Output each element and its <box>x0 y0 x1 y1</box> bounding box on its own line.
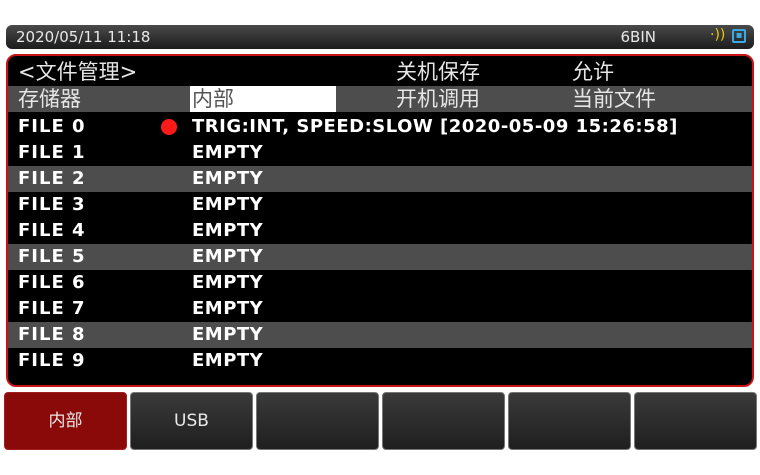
file-row[interactable]: FILE 1 EMPTY <box>8 140 752 166</box>
softkey-6[interactable] <box>634 392 757 450</box>
current-file-marker <box>161 119 177 135</box>
page-title: <文件管理> <box>18 60 138 84</box>
file-row[interactable]: FILE 2 EMPTY <box>8 166 752 192</box>
storage-select[interactable]: 内部 <box>190 86 336 112</box>
power-on-recall-value[interactable]: 当前文件 <box>572 86 656 112</box>
file-name: FILE 8 <box>18 324 86 345</box>
file-name: FILE 9 <box>18 350 86 371</box>
file-name: FILE 3 <box>18 194 86 215</box>
file-manager-panel: <文件管理> 关机保存 允许 存储器 内部 开机调用 当前文件 FILE 0 T… <box>6 54 754 387</box>
file-info: EMPTY <box>192 350 264 371</box>
status-datetime: 2020/05/11 11:18 <box>16 28 151 46</box>
file-row[interactable]: FILE 3 EMPTY <box>8 192 752 218</box>
file-name: FILE 1 <box>18 142 86 163</box>
softkey-4[interactable] <box>382 392 505 450</box>
file-info: EMPTY <box>192 142 264 163</box>
file-info: EMPTY <box>192 298 264 319</box>
shutdown-save-label: 关机保存 <box>396 60 480 84</box>
file-row[interactable]: FILE 0 TRIG:INT, SPEED:SLOW [2020-05-09 … <box>8 114 752 140</box>
status-mode: 6BIN <box>620 28 656 46</box>
file-info: TRIG:INT, SPEED:SLOW [2020-05-09 15:26:5… <box>192 116 678 137</box>
file-row[interactable]: FILE 4 EMPTY <box>8 218 752 244</box>
usb-drive-icon: ▪ <box>732 29 746 43</box>
file-name: FILE 2 <box>18 168 86 189</box>
storage-label: 存储器 <box>18 87 81 111</box>
softkey-5[interactable] <box>508 392 631 450</box>
power-on-recall-label: 开机调用 <box>396 87 480 111</box>
file-info: EMPTY <box>192 194 264 215</box>
softkey-usb[interactable]: USB <box>130 392 253 450</box>
shutdown-save-value[interactable]: 允许 <box>572 59 614 85</box>
file-info: EMPTY <box>192 246 264 267</box>
instrument-screen: 2020/05/11 11:18 6BIN ·)) ▪ <文件管理> 关机保存 … <box>0 0 760 475</box>
file-name: FILE 4 <box>18 220 86 241</box>
file-row[interactable]: FILE 9 EMPTY <box>8 348 752 374</box>
file-name: FILE 6 <box>18 272 86 293</box>
file-info: EMPTY <box>192 220 264 241</box>
file-name: FILE 5 <box>18 246 86 267</box>
softkey-internal[interactable]: 内部 <box>4 392 127 450</box>
file-info: EMPTY <box>192 324 264 345</box>
file-row[interactable]: FILE 8 EMPTY <box>8 322 752 348</box>
file-info: EMPTY <box>192 168 264 189</box>
signal-icon: ·)) <box>710 27 726 43</box>
file-name: FILE 0 <box>18 116 86 137</box>
file-row[interactable]: FILE 6 EMPTY <box>8 270 752 296</box>
status-bar: 2020/05/11 11:18 6BIN ·)) ▪ <box>6 25 754 49</box>
softkey-bar: 内部 USB <box>4 392 757 452</box>
file-row[interactable]: FILE 7 EMPTY <box>8 296 752 322</box>
softkey-3[interactable] <box>256 392 379 450</box>
file-name: FILE 7 <box>18 298 86 319</box>
file-row[interactable]: FILE 5 EMPTY <box>8 244 752 270</box>
file-info: EMPTY <box>192 272 264 293</box>
